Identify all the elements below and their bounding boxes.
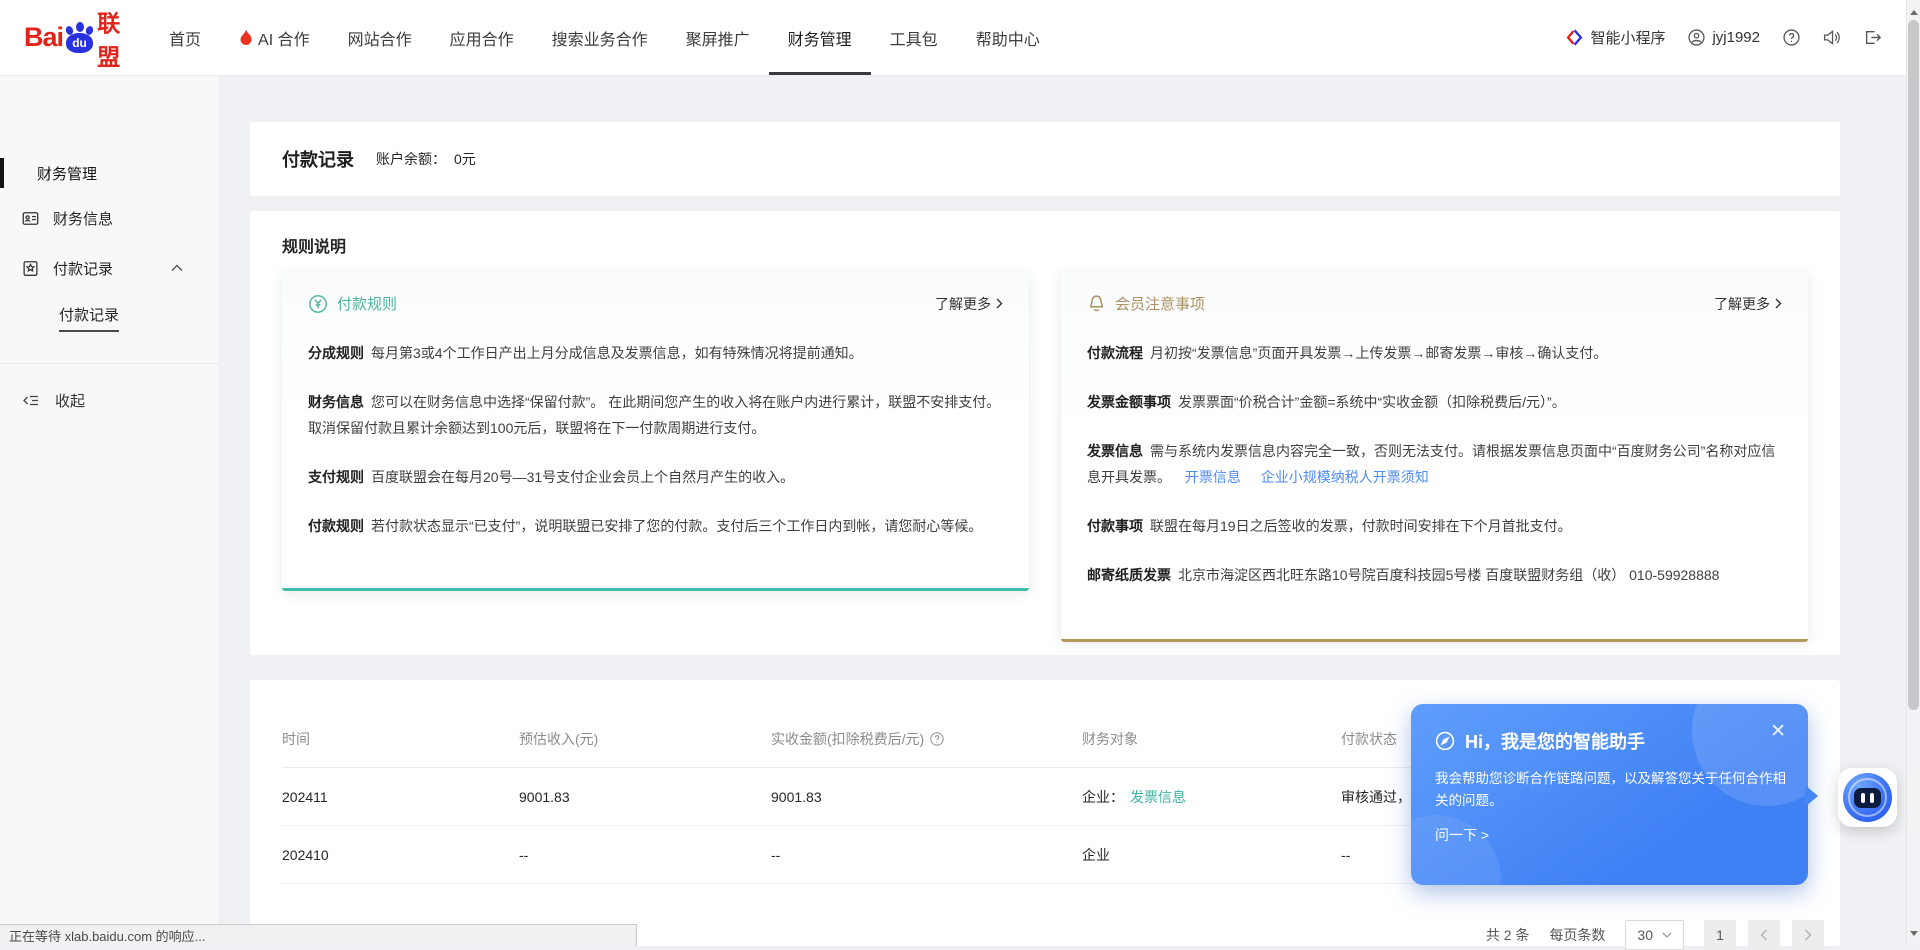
nav-item-ai[interactable]: AI 合作 [220, 0, 329, 75]
nav-item-finance[interactable]: 财务管理 [769, 0, 871, 75]
popup-pointer [1805, 785, 1829, 807]
main-menu: 首页 AI 合作 网站合作 应用合作 搜索业务合作 聚屏推广 财务管理 工具包 … [150, 0, 1059, 75]
collapse-arrow-icon [22, 393, 39, 408]
total-count: 共 2 条 [1486, 925, 1530, 945]
col-estimated-income: 预估收入(元) [519, 729, 771, 749]
member-notes-more-link[interactable]: 了解更多 [1714, 294, 1782, 314]
page: Bai du 联盟 首页 AI 合作 网站合作 应用合作 搜索业务合作 聚屏推广… [0, 0, 1920, 946]
baidu-union-logo[interactable]: Bai du 联盟 [24, 4, 142, 72]
help-icon[interactable] [1783, 29, 1800, 46]
chevron-right-icon [1775, 298, 1782, 309]
compass-icon [1435, 731, 1455, 751]
col-actual-amount: 实收金额(扣除税费后/元) [771, 729, 1082, 749]
cell-time: 202411 [282, 789, 519, 805]
nav-item-website[interactable]: 网站合作 [329, 0, 431, 75]
miniapp-diamond-icon [1566, 29, 1583, 46]
page-title: 付款记录 [282, 146, 354, 172]
rule-item-invoice-info: 发票信息需与系统内发票信息内容完全一致，否则无法支付。请根据发票信息页面中“百度… [1087, 438, 1782, 490]
account-balance: 账户余额： 0元 [376, 149, 476, 169]
sidebar: 财务管理 财务信息 付款记录 付款记录 收起 [0, 76, 218, 946]
col-finance-object: 财务对象 [1082, 729, 1341, 749]
sidebar-item-finance-info[interactable]: 财务信息 [0, 193, 218, 243]
balance-label: 账户余额： [376, 151, 446, 167]
coin-yuan-icon [308, 294, 328, 314]
flame-icon [239, 29, 253, 46]
rule-item-pay-rule: 支付规则百度联盟会在每月20号—31号支付企业会员上个自然月产生的收入。 [308, 464, 1003, 490]
cell-estimated: -- [519, 847, 771, 863]
payment-rules-title: 付款规则 [337, 293, 397, 314]
robot-icon [1843, 773, 1892, 822]
invoice-info-row-link[interactable]: 发票信息 [1130, 789, 1186, 805]
nav-item-home[interactable]: 首页 [150, 0, 220, 75]
user-icon [1688, 29, 1705, 46]
nav-item-help[interactable]: 帮助中心 [957, 0, 1059, 75]
nav-item-toolkit[interactable]: 工具包 [871, 0, 957, 75]
baidu-paw-icon: du [64, 22, 94, 54]
rules-section-card: 规则说明 付款规则 了解更多 分成规则每月第3或4个工作日产出上月分成信息及发票… [250, 211, 1840, 655]
badge-star-icon [22, 260, 39, 277]
nav-item-app[interactable]: 应用合作 [431, 0, 533, 75]
rule-item-mail-invoice: 邮寄纸质发票北京市海淀区西北旺东路10号院百度科技园5号楼 百度联盟财务组（收）… [1087, 562, 1782, 588]
miniapp-entry[interactable]: 智能小程序 [1566, 27, 1665, 48]
cell-estimated: 9001.83 [519, 789, 771, 805]
logo-text-union: 联盟 [97, 4, 142, 72]
assistant-robot-avatar[interactable] [1838, 768, 1897, 827]
scrollbar[interactable] [1906, 0, 1920, 946]
chevron-down-icon [1662, 932, 1672, 938]
browser-status-bar: 正在等待 xlab.baidu.com 的响应... [0, 924, 637, 946]
announcement-speaker-icon[interactable] [1823, 29, 1841, 46]
sidebar-item-payment-records[interactable]: 付款记录 [0, 243, 218, 293]
rules-section-title: 规则说明 [282, 233, 1808, 257]
cell-finance-object: 企业 [1082, 845, 1341, 865]
question-circle-icon[interactable] [930, 732, 944, 746]
chevron-up-icon [171, 264, 183, 272]
member-notes-title: 会员注意事项 [1115, 293, 1205, 314]
nav-item-screen-promo[interactable]: 聚屏推广 [667, 0, 769, 75]
rule-item-share-rule: 分成规则每月第3或4个工作日产出上月分成信息及发票信息，如有特殊情况将提前通知。 [308, 340, 1003, 366]
assistant-title: Hi，我是您的智能助手 [1435, 728, 1784, 754]
rule-item-payment-flow: 付款流程月初按“发票信息”页面开具发票→上传发票→邮寄发票→审核→确认支付。 [1087, 340, 1782, 366]
nav-utilities: 智能小程序 jyj1992 [1566, 27, 1906, 48]
cell-time: 202410 [282, 847, 519, 863]
sidebar-collapse-button[interactable]: 收起 [0, 375, 218, 425]
cell-finance-object: 企业：发票信息 [1082, 787, 1341, 807]
sidebar-section-finance[interactable]: 财务管理 [0, 153, 218, 193]
sidebar-subitem-payment-records[interactable]: 付款记录 [0, 293, 218, 343]
sidebar-divider [0, 363, 218, 364]
close-icon[interactable]: ✕ [1770, 722, 1786, 741]
logo-text-bai: Bai [24, 22, 63, 53]
col-time: 时间 [282, 729, 519, 749]
chevron-right-icon [996, 298, 1003, 309]
rule-item-payment-matters: 付款事项联盟在每月19日之后签收的发票，付款时间安排在下个月首批支付。 [1087, 513, 1782, 539]
payment-rules-card: 付款规则 了解更多 分成规则每月第3或4个工作日产出上月分成信息及发票信息，如有… [282, 271, 1029, 591]
payment-rules-more-link[interactable]: 了解更多 [935, 294, 1003, 314]
logout-icon[interactable] [1864, 29, 1882, 46]
small-taxpayer-notice-link[interactable]: 企业小规模纳税人开票须知 [1261, 469, 1429, 485]
cell-actual: 9001.83 [771, 789, 1082, 805]
id-card-icon [22, 210, 39, 227]
scroll-down-arrow-icon[interactable] [1910, 931, 1918, 940]
nav-item-search-biz[interactable]: 搜索业务合作 [533, 0, 667, 75]
cell-actual: -- [771, 847, 1082, 863]
user-account[interactable]: jyj1992 [1688, 29, 1760, 46]
member-notes-card: 会员注意事项 了解更多 付款流程月初按“发票信息”页面开具发票→上传发票→邮寄发… [1061, 271, 1808, 642]
ask-now-link[interactable]: 问一下 > [1435, 825, 1784, 845]
rule-item-payment-status: 付款规则若付款状态显示“已支付”，说明联盟已安排了您的付款。支付后三个工作日内到… [308, 513, 1003, 539]
page-header-card: 付款记录 账户余额： 0元 [250, 122, 1840, 196]
status-text: 正在等待 xlab.baidu.com 的响应... [9, 926, 206, 945]
top-nav: Bai du 联盟 首页 AI 合作 网站合作 应用合作 搜索业务合作 聚屏推广… [0, 0, 1906, 76]
per-page-label: 每页条数 [1549, 925, 1605, 945]
balance-value: 0元 [454, 151, 476, 167]
rule-item-finance-info: 财务信息您可以在财务信息中选择“保留付款”。 在此期间您产生的收入将在账户内进行… [308, 389, 1003, 441]
scrollbar-thumb[interactable] [1908, 20, 1919, 710]
bell-icon [1087, 294, 1106, 314]
rule-item-invoice-amount: 发票金额事项发票票面“价税合计”金额=系统中“实收金额（扣除税费后/元）”。 [1087, 389, 1782, 415]
assistant-popup: Hi，我是您的智能助手 ✕ 我会帮助您诊断合作链路问题，以及解答您关于任何合作相… [1411, 704, 1808, 885]
assistant-message: 我会帮助您诊断合作链路问题，以及解答您关于任何合作相关的问题。 [1435, 768, 1787, 812]
invoice-info-link[interactable]: 开票信息 [1185, 469, 1241, 485]
scroll-up-arrow-icon[interactable] [1910, 6, 1918, 15]
